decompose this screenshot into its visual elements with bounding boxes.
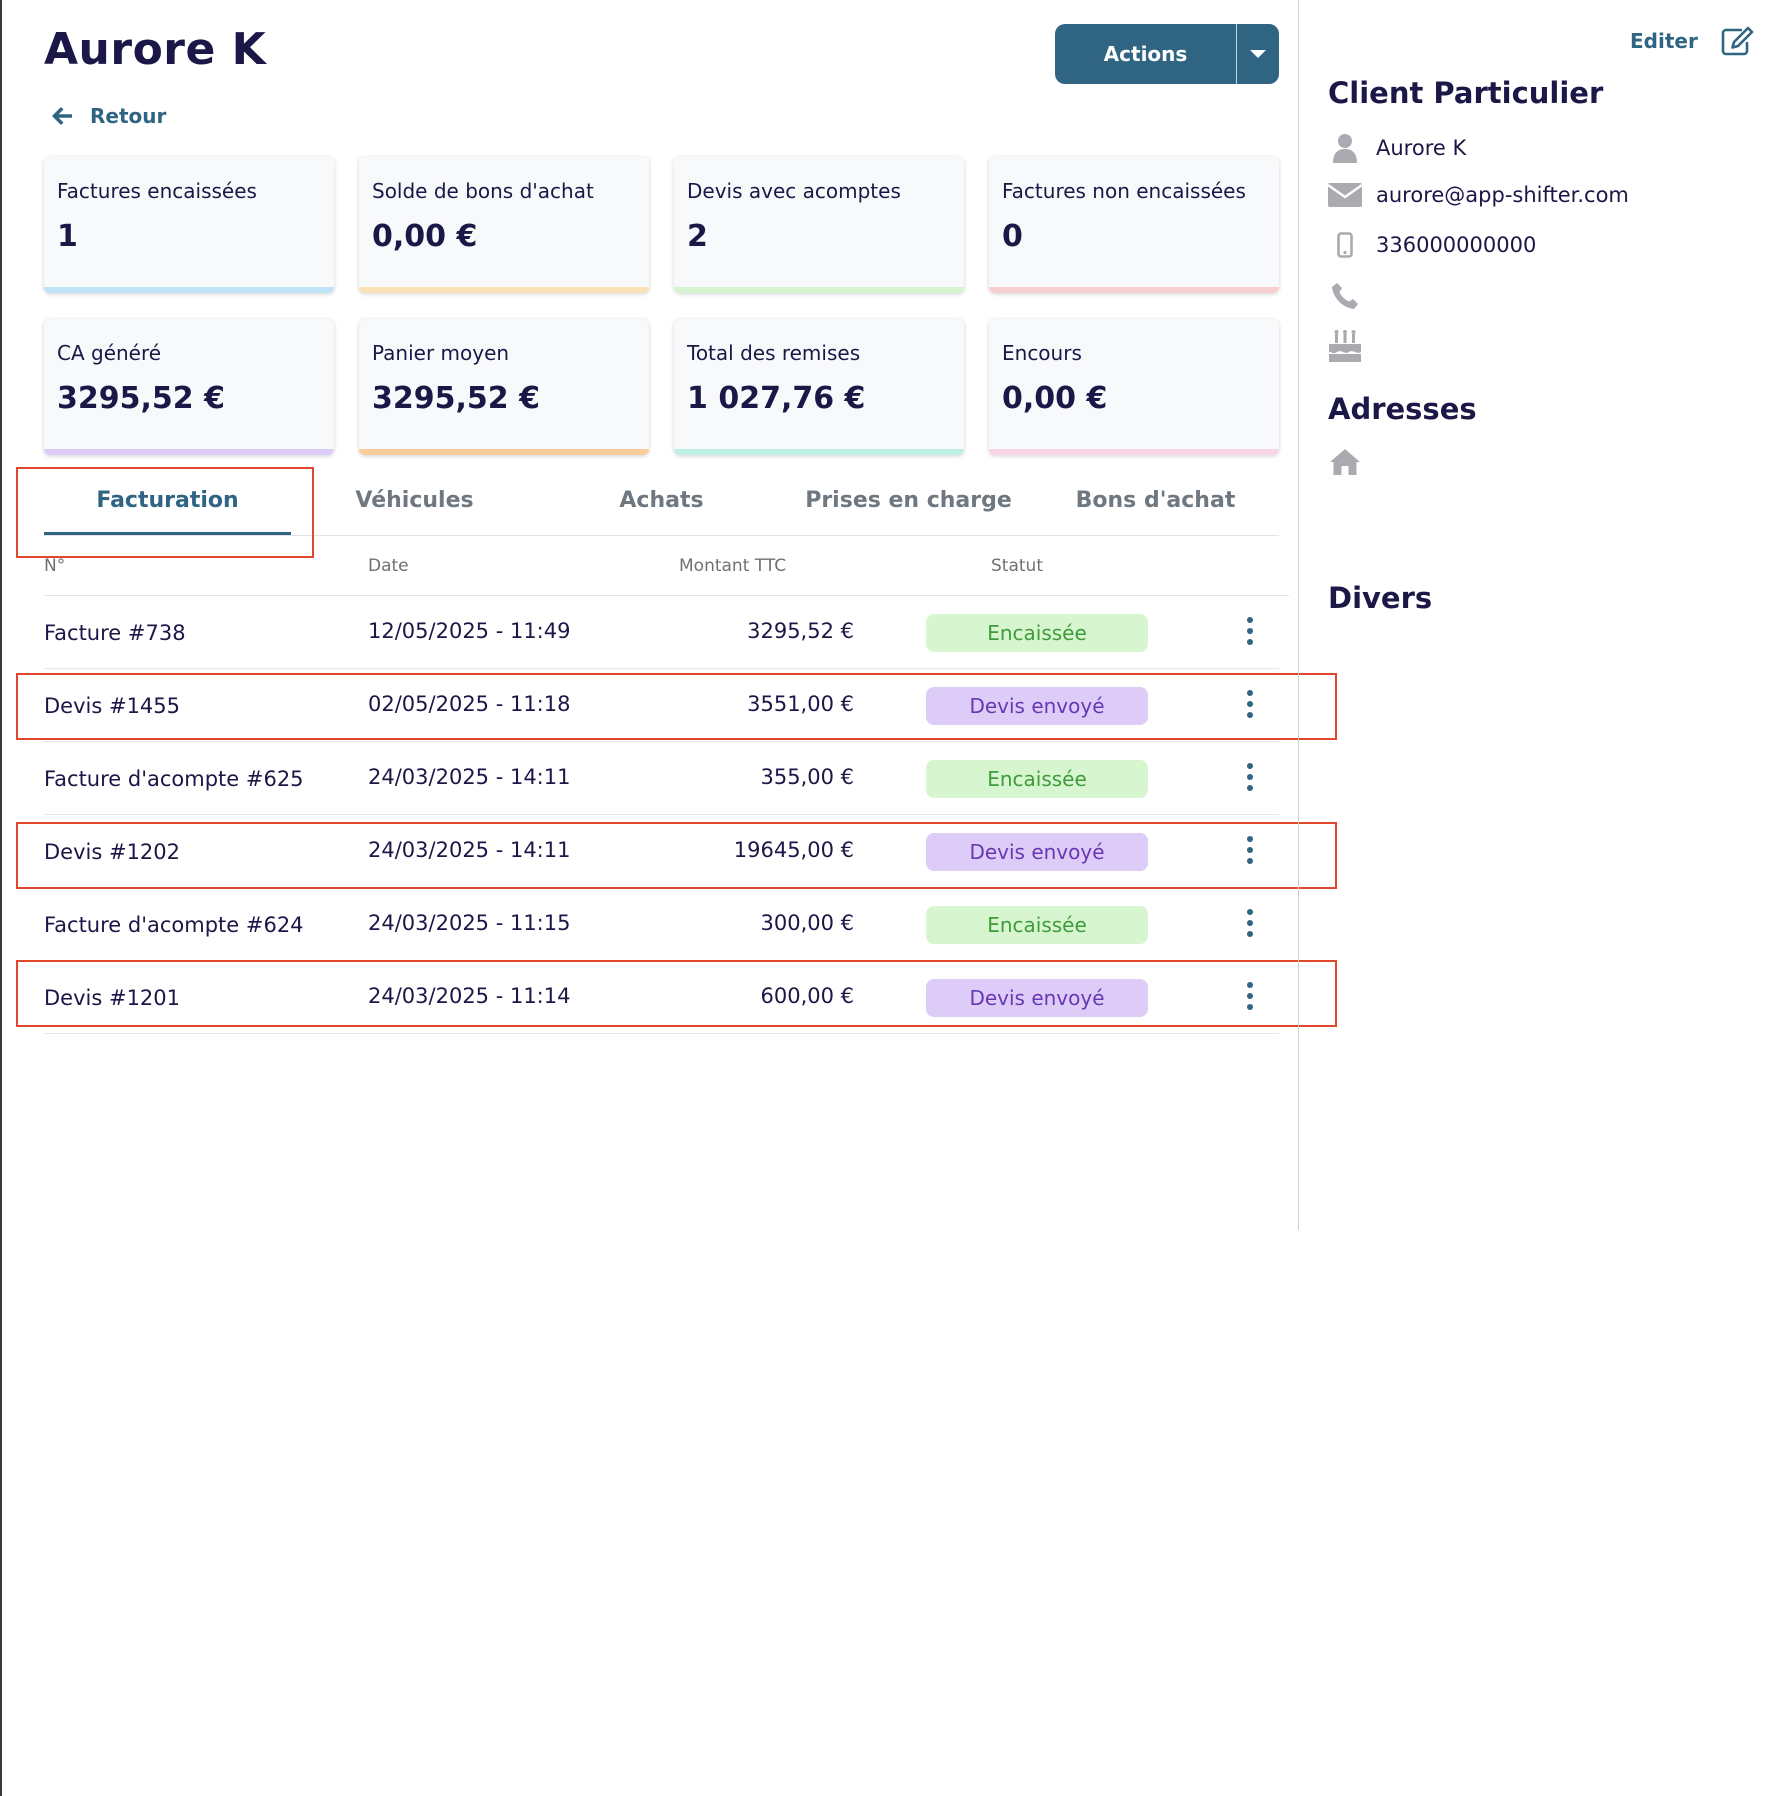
mobile-icon — [1328, 232, 1362, 258]
stat-value: 0,00 € — [372, 219, 478, 254]
actions-split-button[interactable]: Actions — [1055, 24, 1279, 84]
client-phone-row — [1328, 282, 1362, 310]
status-badge: Encaissée — [926, 614, 1148, 652]
stat-label: Encours — [1002, 341, 1082, 365]
addresses-heading: Adresses — [1328, 392, 1477, 426]
client-name: Aurore K — [1376, 136, 1467, 160]
user-icon — [1328, 133, 1362, 163]
highlight-box-devis-1455 — [16, 673, 1337, 740]
page-title: Aurore K — [44, 24, 267, 75]
tab-prises-en-charge[interactable]: Prises en charge — [785, 460, 1032, 535]
stat-card-encours: Encours 0,00 € — [989, 319, 1279, 455]
tab-achats[interactable]: Achats — [538, 460, 785, 535]
edit-button[interactable]: Editer — [1630, 26, 1754, 56]
row-amount: 3295,52 € — [747, 619, 854, 643]
back-link[interactable]: Retour — [50, 104, 166, 128]
stat-value: 0,00 € — [1002, 381, 1108, 416]
phone-icon — [1328, 282, 1362, 310]
client-email-row: aurore@app-shifter.com — [1328, 183, 1629, 207]
client-address-row — [1328, 448, 1362, 476]
edit-label: Editer — [1630, 29, 1698, 53]
table-row[interactable]: Facture d'acompte #625 24/03/2025 - 14:1… — [44, 742, 1279, 815]
back-label: Retour — [90, 104, 167, 128]
stat-value: 1 027,76 € — [687, 381, 866, 416]
stat-card-factures-encaissees: Factures encaissées 1 — [44, 157, 334, 293]
table-row[interactable]: Facture d'acompte #624 24/03/2025 - 11:1… — [44, 888, 1279, 961]
row-date: 24/03/2025 - 11:15 — [368, 911, 571, 935]
kebab-menu-icon[interactable] — [1245, 909, 1255, 937]
home-icon — [1328, 448, 1362, 476]
caret-down-icon — [1250, 50, 1266, 58]
row-number: Facture d'acompte #625 — [44, 767, 304, 791]
stat-accent-bar — [989, 449, 1279, 455]
envelope-icon — [1328, 183, 1362, 207]
stat-card-devis-acomptes: Devis avec acomptes 2 — [674, 157, 964, 293]
stat-value: 3295,52 € — [372, 381, 540, 416]
column-header-amount: Montant TTC — [679, 556, 787, 576]
column-header-number: N° — [44, 556, 66, 576]
stat-label: Factures encaissées — [57, 179, 257, 203]
stat-label: CA généré — [57, 341, 162, 365]
client-email[interactable]: aurore@app-shifter.com — [1376, 183, 1629, 207]
stat-accent-bar — [44, 287, 334, 293]
row-date: 24/03/2025 - 14:11 — [368, 765, 571, 789]
stat-accent-bar — [44, 449, 334, 455]
row-amount: 355,00 € — [760, 765, 854, 789]
stat-card-total-remises: Total des remises 1 027,76 € — [674, 319, 964, 455]
client-birthday-row — [1328, 330, 1362, 362]
birthday-cake-icon — [1328, 330, 1362, 362]
stat-card-factures-non-encaissees: Factures non encaissées 0 — [989, 157, 1279, 293]
stat-label: Panier moyen — [372, 341, 510, 365]
stat-value: 3295,52 € — [57, 381, 225, 416]
stat-card-panier-moyen: Panier moyen 3295,52 € — [359, 319, 649, 455]
stat-value: 2 — [687, 219, 708, 254]
row-number: Facture d'acompte #624 — [44, 913, 304, 937]
table-row[interactable]: Facture #738 12/05/2025 - 11:49 3295,52 … — [44, 596, 1279, 669]
client-type-heading: Client Particulier — [1328, 76, 1604, 110]
highlight-box-devis-1202 — [16, 822, 1337, 889]
column-header-status: Statut — [991, 556, 1043, 576]
row-date: 12/05/2025 - 11:49 — [368, 619, 571, 643]
edit-icon — [1721, 26, 1754, 56]
stat-accent-bar — [359, 287, 649, 293]
status-badge: Encaissée — [926, 906, 1148, 944]
actions-button[interactable]: Actions — [1055, 24, 1236, 84]
stat-label: Factures non encaissées — [1002, 179, 1246, 203]
stat-value: 0 — [1002, 219, 1023, 254]
client-mobile[interactable]: 336000000000 — [1376, 233, 1536, 257]
stat-accent-bar — [359, 449, 649, 455]
arrow-left-icon — [52, 107, 72, 125]
stat-accent-bar — [989, 287, 1279, 293]
client-name-row: Aurore K — [1328, 133, 1466, 163]
highlight-box-facturation-tab — [16, 467, 314, 558]
row-number: Facture #738 — [44, 621, 186, 645]
column-header-date: Date — [368, 556, 409, 576]
stat-label: Devis avec acomptes — [687, 179, 901, 203]
stat-label: Total des remises — [687, 341, 861, 365]
kebab-menu-icon[interactable] — [1245, 617, 1255, 645]
main-panel: Aurore K Actions Retour Factures encaiss… — [0, 0, 1337, 1796]
row-amount: 300,00 € — [760, 911, 854, 935]
kebab-menu-icon[interactable] — [1245, 763, 1255, 791]
tab-bons-achat[interactable]: Bons d'achat — [1032, 460, 1279, 535]
tab-vehicules[interactable]: Véhicules — [291, 460, 538, 535]
stat-accent-bar — [674, 449, 964, 455]
stat-card-solde-bons: Solde de bons d'achat 0,00 € — [359, 157, 649, 293]
stat-label: Solde de bons d'achat — [372, 179, 594, 203]
actions-dropdown-toggle[interactable] — [1237, 24, 1279, 84]
highlight-box-devis-1201 — [16, 960, 1337, 1027]
client-mobile-row: 336000000000 — [1328, 232, 1536, 258]
stat-card-ca-genere: CA généré 3295,52 € — [44, 319, 334, 455]
stat-value: 1 — [57, 219, 78, 254]
status-badge: Encaissée — [926, 760, 1148, 798]
stat-accent-bar — [674, 287, 964, 293]
misc-heading: Divers — [1328, 581, 1433, 615]
